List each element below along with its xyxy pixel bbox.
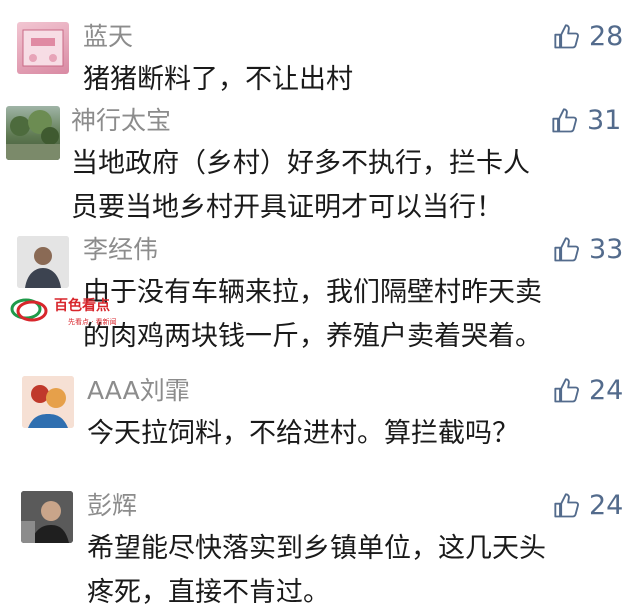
avatar-image: [17, 236, 69, 288]
like-count: 24: [589, 490, 624, 521]
avatar[interactable]: [17, 22, 69, 74]
avatar[interactable]: [6, 106, 60, 160]
commenter-name[interactable]: 李经伟: [83, 235, 158, 265]
comment-line: 由于没有车辆来拉，我们隔壁村昨天卖: [83, 277, 542, 308]
comment-line: 员要当地乡村开具证明才可以当行！: [71, 192, 503, 223]
comment-line: 希望能尽快落实到乡镇单位，这几天头: [87, 533, 546, 564]
like-button[interactable]: 24: [553, 376, 623, 406]
avatar-image: [22, 29, 64, 67]
commenter-name[interactable]: 彭辉: [87, 491, 137, 521]
brand-tagline: 先看点 · 看新闻: [68, 317, 117, 326]
comment-line: 的肉鸡两块钱一斤，养殖户卖着哭着。: [83, 321, 542, 352]
avatar-image: [21, 491, 73, 543]
thumbs-up-icon: [554, 237, 579, 262]
thumbs-up-icon: [554, 378, 579, 403]
thumbs-up-icon: [554, 493, 579, 518]
comment-text: 希望能尽快落实到乡镇单位，这几天头 疼死，直接不肯过。: [87, 527, 546, 615]
comment-line: 猪猪断料了，不让出村: [83, 64, 353, 95]
brand-name: 百色看点: [54, 297, 110, 314]
commenter-name[interactable]: AAA刘霏: [87, 376, 190, 406]
like-button[interactable]: 33: [553, 235, 623, 265]
like-count: 28: [589, 21, 624, 52]
avatar-image: [6, 110, 60, 160]
like-button[interactable]: 31: [551, 106, 621, 136]
commenter-name[interactable]: 神行太宝: [71, 106, 171, 136]
comment-text: 猪猪断料了，不让出村: [83, 58, 353, 102]
avatar-image: [22, 376, 74, 428]
like-button[interactable]: 24: [553, 491, 623, 521]
like-count: 24: [589, 375, 624, 406]
avatar[interactable]: [22, 376, 74, 428]
comment-line: 今天拉饲料，不给进村。算拦截吗？: [87, 418, 519, 449]
avatar[interactable]: [17, 236, 69, 288]
watermark-logo: 百色看点 先看点 · 看新闻: [8, 291, 138, 331]
like-count: 31: [587, 105, 622, 136]
comment-line: 疼死，直接不肯过。: [87, 577, 330, 608]
comment-text: 由于没有车辆来拉，我们隔壁村昨天卖 的肉鸡两块钱一斤，养殖户卖着哭着。: [83, 271, 542, 359]
thumbs-up-icon: [554, 24, 579, 49]
like-count: 33: [589, 234, 624, 265]
comment-text: 今天拉饲料，不给进村。算拦截吗？: [87, 412, 519, 456]
comment-line: 当地政府（乡村）好多不执行，拦卡人: [71, 148, 530, 179]
thumbs-up-icon: [552, 108, 577, 133]
commenter-name[interactable]: 蓝天: [83, 22, 133, 52]
avatar[interactable]: [21, 491, 73, 543]
brand-logo-icon: 百色看点 先看点 · 看新闻: [10, 297, 117, 326]
like-button[interactable]: 28: [553, 22, 623, 52]
comment-text: 当地政府（乡村）好多不执行，拦卡人 员要当地乡村开具证明才可以当行！: [71, 142, 530, 230]
